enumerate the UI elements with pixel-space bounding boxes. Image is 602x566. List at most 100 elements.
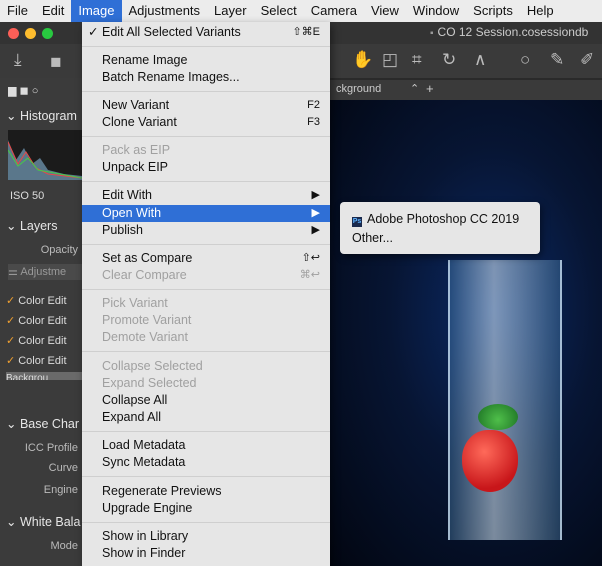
layer-item[interactable]: ✓ Color Edit: [6, 294, 88, 307]
menu-item-pack-eip: Pack as EIP: [102, 143, 171, 157]
camera-icon[interactable]: ◼: [50, 53, 62, 70]
menu-item-expand-all[interactable]: Expand All: [82, 409, 330, 426]
minimize-button[interactable]: [25, 28, 36, 39]
menu-item-set-compare[interactable]: Set as Compare ⇧↩: [82, 250, 330, 267]
stepper-icon[interactable]: ⌃: [410, 82, 419, 95]
menu-item-show-in-finder[interactable]: Show in Finder: [82, 545, 330, 562]
menu-bar: File Edit Image Adjustments Layer Select…: [0, 0, 602, 23]
mode-label: Mode: [50, 540, 78, 552]
adjustments-button[interactable]: ⚌ Adjustme: [8, 264, 82, 280]
menu-adjustments[interactable]: Adjustments: [122, 0, 208, 22]
menu-item-pick-variant: Pick Variant: [102, 296, 168, 310]
menu-item-demote-variant: Demote Variant: [102, 330, 188, 344]
check-icon: ✓: [6, 335, 16, 347]
style-field[interactable]: ckground: [336, 83, 381, 95]
rotate-tool-icon[interactable]: ↻: [442, 50, 456, 70]
menu-item-unpack-eip[interactable]: Unpack EIP: [82, 159, 330, 176]
menu-item-upgrade-engine[interactable]: Upgrade Engine: [82, 500, 330, 517]
check-icon: ✓: [88, 25, 99, 39]
menu-item-open-with[interactable]: Open With ▶: [82, 205, 330, 222]
keystone-tool-icon[interactable]: ∧: [474, 50, 486, 70]
menu-layer[interactable]: Layer: [207, 0, 254, 22]
menu-item-regenerate-previews[interactable]: Regenerate Previews: [82, 483, 330, 500]
separator: [82, 431, 330, 432]
pan-tool-icon[interactable]: ✋: [352, 50, 373, 70]
menu-file[interactable]: File: [0, 0, 35, 22]
separator: [82, 136, 330, 137]
separator: [82, 244, 330, 245]
viewer-bar: ckground ⌃ +: [330, 80, 602, 100]
menu-item-promote-variant: Promote Variant: [102, 313, 192, 327]
photo-strawberry: [462, 430, 518, 492]
zoom-button[interactable]: [42, 28, 53, 39]
separator: [82, 351, 330, 352]
menu-item-show-in-library[interactable]: Show in Library: [82, 528, 330, 545]
separator: [82, 522, 330, 523]
close-button[interactable]: [8, 28, 19, 39]
document-icon: ▪: [430, 28, 434, 39]
layers-header[interactable]: ⌄ Layers: [6, 218, 88, 233]
menu-window[interactable]: Window: [406, 0, 466, 22]
icc-profile-label: ICC Profile: [24, 442, 78, 454]
check-icon: ✓: [6, 295, 16, 307]
curve-label: Curve: [48, 462, 78, 474]
menu-edit[interactable]: Edit: [35, 0, 71, 22]
histogram-header[interactable]: ⌄ Histogram: [6, 108, 88, 123]
menu-item-clear-compare: Clear Compare ⌘↩: [102, 268, 320, 282]
iso-value: ISO 50: [10, 190, 45, 202]
menu-select[interactable]: Select: [254, 0, 304, 22]
opacity-label: Opacity: [40, 244, 78, 256]
layer-item[interactable]: ✓ Color Edit: [6, 314, 88, 327]
menu-image[interactable]: Image: [71, 0, 122, 22]
menu-item-edit-with[interactable]: Edit With ▶: [82, 187, 330, 204]
white-balance-header[interactable]: ⌄ White Bala: [6, 514, 88, 529]
menu-item-batch-rename[interactable]: Batch Rename Images...: [82, 69, 330, 86]
chevron-right-icon: ▶: [311, 189, 320, 201]
crop-tool-icon[interactable]: ⌗: [412, 50, 422, 70]
photo-leaf: [478, 404, 518, 430]
submenu-item-other[interactable]: Other...: [340, 229, 540, 247]
menu-item-new-variant[interactable]: New Variant F2: [82, 97, 330, 114]
chevron-right-icon: ▶: [311, 224, 320, 236]
menu-item-edit-all[interactable]: ✓ Edit All Selected Variants ⇧⌘E: [82, 24, 330, 41]
chevron-right-icon: ▶: [311, 207, 320, 219]
separator: [82, 91, 330, 92]
separator: [82, 46, 330, 47]
photoshop-icon: Ps: [352, 217, 362, 227]
spot-tool-icon[interactable]: ○: [520, 50, 530, 70]
check-icon: ✓: [6, 355, 16, 367]
import-icon[interactable]: ⤓: [14, 50, 22, 70]
photo-viewer[interactable]: [330, 100, 602, 566]
menu-view[interactable]: View: [364, 0, 406, 22]
menu-item-sync-metadata[interactable]: Sync Metadata: [82, 454, 330, 471]
open-with-submenu: Ps Adobe Photoshop CC 2019 Other...: [340, 202, 540, 254]
menu-item-rename[interactable]: Rename Image: [82, 52, 330, 69]
engine-label: Engine: [43, 484, 78, 496]
tab-icons[interactable]: ▆ ◼ ○: [8, 84, 90, 97]
loupe-tool-icon[interactable]: ◰: [382, 50, 398, 70]
image-menu: ✓ Edit All Selected Variants ⇧⌘E Rename Im…: [82, 22, 330, 566]
tools-panel: ▆ ◼ ○ ⌄ Histogram ISO 50 ⌄ Layers Opacit…: [0, 78, 82, 566]
separator: [82, 289, 330, 290]
menu-item-collapse-all[interactable]: Collapse All: [82, 392, 330, 409]
layer-item[interactable]: ✓ Color Edit: [6, 334, 88, 347]
check-icon: ✓: [6, 315, 16, 327]
add-icon[interactable]: +: [426, 81, 434, 96]
submenu-item-photoshop[interactable]: Ps Adobe Photoshop CC 2019: [340, 210, 540, 228]
brush-tool-icon[interactable]: ✎: [550, 50, 564, 70]
separator: [82, 181, 330, 182]
eraser-tool-icon[interactable]: ✐: [580, 50, 594, 70]
histogram-graph: [8, 130, 82, 180]
menu-item-load-metadata[interactable]: Load Metadata: [82, 437, 330, 454]
base-characteristics-header[interactable]: ⌄ Base Char: [6, 416, 88, 431]
menu-item-collapse-selected: Collapse Selected: [102, 359, 203, 373]
menu-item-publish[interactable]: Publish ▶: [82, 222, 330, 239]
menu-item-clone-variant[interactable]: Clone Variant F3: [82, 114, 330, 131]
background-layer[interactable]: Backgrou: [6, 372, 82, 380]
menu-help[interactable]: Help: [520, 0, 561, 22]
menu-item-expand-selected: Expand Selected: [102, 376, 197, 390]
menu-scripts[interactable]: Scripts: [466, 0, 520, 22]
menu-camera[interactable]: Camera: [304, 0, 364, 22]
layer-item[interactable]: ✓ Color Edit: [6, 354, 88, 367]
separator: [82, 476, 330, 477]
